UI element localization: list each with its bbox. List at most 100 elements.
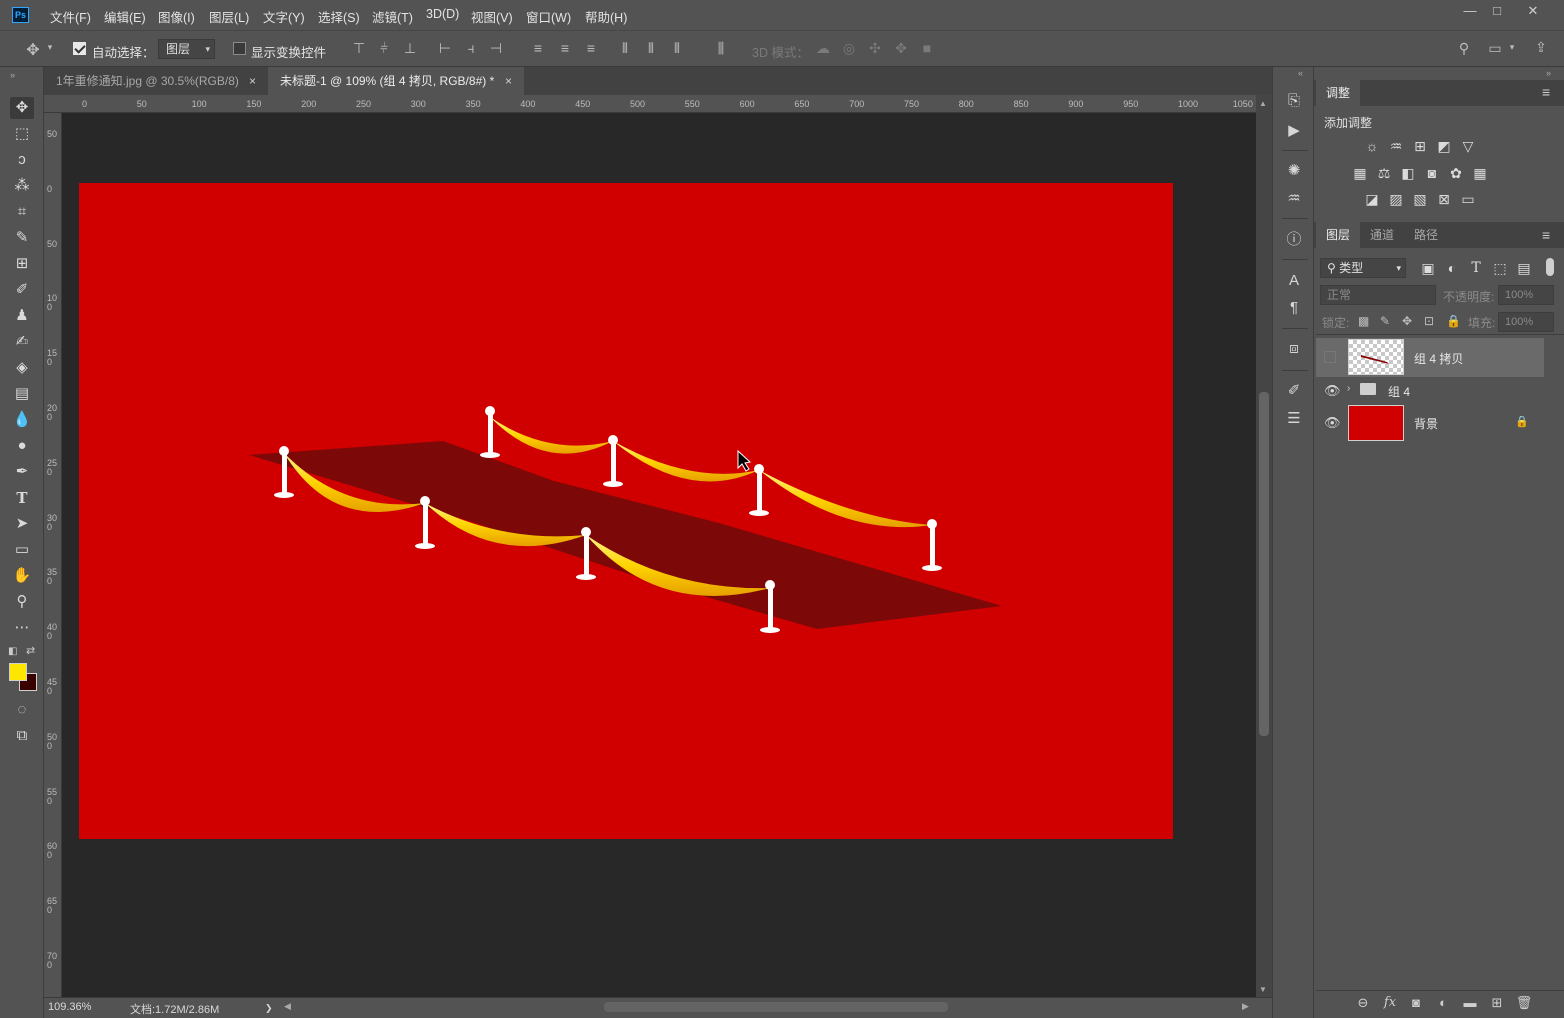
fill-input[interactable]: 100% — [1498, 312, 1554, 332]
gradient-map-icon[interactable]: ▭ — [1458, 190, 1478, 208]
align-bottom-icon[interactable]: ⊥ — [401, 40, 419, 57]
collapse-dock-icon[interactable]: « — [1298, 68, 1303, 78]
scroll-right-icon[interactable]: ▶ — [1242, 1001, 1249, 1012]
move-tool-preset-icon[interactable]: ✥ — [24, 40, 42, 60]
eye-icon[interactable]: 👁 — [1324, 415, 1341, 431]
filter-shape-icon[interactable]: ⬚ — [1490, 259, 1510, 277]
photo-filter-icon[interactable]: ◙ — [1422, 164, 1442, 182]
zoom-level[interactable]: 109.36% — [48, 1001, 91, 1013]
lasso-tool-icon[interactable]: ↄ — [10, 149, 34, 171]
color-balance-icon[interactable]: ⚖ — [1374, 164, 1394, 182]
auto-select-target-dropdown[interactable]: 图层 ▾ — [158, 39, 215, 59]
scroll-left-icon[interactable]: ◀ — [284, 1001, 291, 1012]
filter-smart-object-icon[interactable]: ▤ — [1514, 259, 1534, 277]
distribute-vcenter-icon[interactable]: ≡ — [556, 40, 574, 56]
menu-file[interactable]: 文件(F) — [50, 7, 91, 26]
zoom-tool-icon[interactable]: ⚲ — [10, 591, 34, 613]
gradient-tool-icon[interactable]: ▤ — [10, 383, 34, 405]
lock-position-icon[interactable]: ✥ — [1402, 314, 1412, 328]
history-panel-icon[interactable]: ⎘ — [1284, 91, 1304, 111]
screen-mode-icon[interactable]: ⧉ — [10, 725, 34, 747]
menu-help[interactable]: 帮助(H) — [585, 7, 627, 26]
crop-tool-icon[interactable]: ⌗ — [10, 201, 34, 223]
collapse-toolbox-icon[interactable]: » — [10, 70, 15, 80]
tab-layers[interactable]: 图层 — [1316, 222, 1361, 248]
blur-tool-icon[interactable]: 💧 — [10, 409, 34, 431]
color-panel-icon[interactable]: ✺ — [1284, 161, 1304, 181]
3d-scale-icon[interactable]: ■ — [918, 40, 936, 56]
distribute-right-icon[interactable]: ⦀ — [668, 40, 686, 57]
type-tool-icon[interactable]: T — [10, 487, 34, 509]
histogram-panel-icon[interactable]: ♒ — [1284, 189, 1304, 209]
menu-image[interactable]: 图像(I) — [158, 7, 195, 26]
levels-icon[interactable]: ♒ — [1386, 137, 1406, 155]
brightness-icon[interactable]: ☼ — [1362, 137, 1382, 155]
share-icon[interactable]: ⇪ — [1532, 39, 1550, 56]
lock-image-icon[interactable]: ✎ — [1380, 314, 1390, 328]
character-panel-icon[interactable]: A — [1284, 271, 1304, 291]
layer-name[interactable]: 组 4 拷贝 — [1414, 350, 1463, 367]
tab-close-icon[interactable]: × — [249, 74, 256, 88]
align-left-icon[interactable]: ⊢ — [436, 40, 454, 57]
pen-tool-icon[interactable]: ✒ — [10, 461, 34, 483]
filter-adjustment-icon[interactable]: ◐ — [1442, 259, 1462, 277]
align-right-icon[interactable]: ⊣ — [487, 40, 505, 57]
eraser-tool-icon[interactable]: ◈ — [10, 357, 34, 379]
color-lookup-icon[interactable]: ▦ — [1470, 164, 1490, 182]
marquee-tool-icon[interactable]: ⬚ — [10, 123, 34, 145]
status-menu-arrow-icon[interactable]: ❯ — [265, 1003, 273, 1014]
layer-style-fx-icon[interactable]: fx — [1381, 995, 1399, 1010]
distribute-top-icon[interactable]: ≡ — [529, 40, 547, 56]
actions-panel-icon[interactable]: ▶ — [1284, 121, 1304, 141]
posterize-icon[interactable]: ▨ — [1386, 190, 1406, 208]
swap-colors-icon[interactable]: ⇄ — [26, 644, 35, 657]
eyedropper-tool-icon[interactable]: ✎ — [10, 227, 34, 249]
blend-mode-dropdown[interactable]: 正常 — [1320, 285, 1436, 305]
workspace-icon[interactable]: ▭ — [1486, 40, 1504, 57]
frame-tool-icon[interactable]: ⊞ — [10, 253, 34, 275]
lock-transparent-icon[interactable]: ▩ — [1358, 314, 1369, 328]
document-canvas[interactable] — [79, 183, 1173, 839]
invert-icon[interactable]: ◪ — [1362, 190, 1382, 208]
restore-button[interactable]: □ — [1482, 3, 1512, 21]
channel-mixer-icon[interactable]: ✿ — [1446, 164, 1466, 182]
link-layers-icon[interactable]: ⊖ — [1354, 995, 1372, 1011]
magic-wand-tool-icon[interactable]: ⁂ — [10, 175, 34, 197]
delete-layer-icon[interactable]: 🗑 — [1515, 995, 1533, 1011]
3d-slide-icon[interactable]: ✥ — [892, 40, 910, 57]
paragraph-panel-icon[interactable]: ¶ — [1284, 298, 1304, 318]
close-window-button[interactable]: ✕ — [1518, 3, 1548, 21]
stamp-tool-icon[interactable]: ♟ — [10, 305, 34, 327]
info-panel-icon[interactable]: ⓘ — [1284, 230, 1304, 250]
tab-close-icon[interactable]: × — [505, 74, 512, 88]
selective-color-icon[interactable]: ⊠ — [1434, 190, 1454, 208]
path-select-tool-icon[interactable]: ➤ — [10, 513, 34, 535]
3d-roll-icon[interactable]: ◎ — [840, 40, 858, 57]
menu-window[interactable]: 窗口(W) — [526, 7, 571, 26]
tab-document-1[interactable]: 1年重修通知.jpg @ 30.5%(RGB/8) — [44, 67, 268, 95]
panel-menu-icon[interactable]: ≡ — [1542, 227, 1550, 243]
history-brush-tool-icon[interactable]: ✍ — [10, 331, 34, 353]
default-colors-icon[interactable]: ◧ — [8, 646, 17, 657]
new-layer-icon[interactable]: ⊞ — [1488, 995, 1506, 1011]
curves-icon[interactable]: ⊞ — [1410, 137, 1430, 155]
menu-select[interactable]: 选择(S) — [318, 7, 360, 26]
collapse-panels-icon[interactable]: » — [1546, 68, 1551, 78]
align-hcenter-icon[interactable]: ⫞ — [462, 40, 480, 57]
quick-mask-icon[interactable]: ◌ — [10, 699, 34, 721]
brush-tool-icon[interactable]: ✐ — [10, 279, 34, 301]
visibility-toggle-empty[interactable] — [1324, 351, 1336, 363]
hue-saturation-icon[interactable]: ▦ — [1350, 164, 1370, 182]
show-transform-checkbox[interactable] — [233, 42, 246, 55]
lock-all-icon[interactable]: 🔒 — [1446, 314, 1461, 328]
filter-pixel-icon[interactable]: ▣ — [1418, 259, 1438, 277]
scroll-up-icon[interactable]: ▲ — [1259, 99, 1267, 108]
3d-orbit-icon[interactable]: ☁ — [814, 40, 832, 57]
layer-name[interactable]: 组 4 — [1388, 383, 1410, 400]
layer-name[interactable]: 背景 — [1414, 415, 1438, 432]
distribute-hcenter-icon[interactable]: ⦀ — [642, 40, 660, 57]
menu-type[interactable]: 文字(Y) — [263, 7, 305, 26]
chevron-down-icon[interactable]: ▾ — [1507, 42, 1517, 53]
brush-settings-icon[interactable]: ✐ — [1284, 381, 1304, 401]
rectangle-tool-icon[interactable]: ▭ — [10, 539, 34, 561]
